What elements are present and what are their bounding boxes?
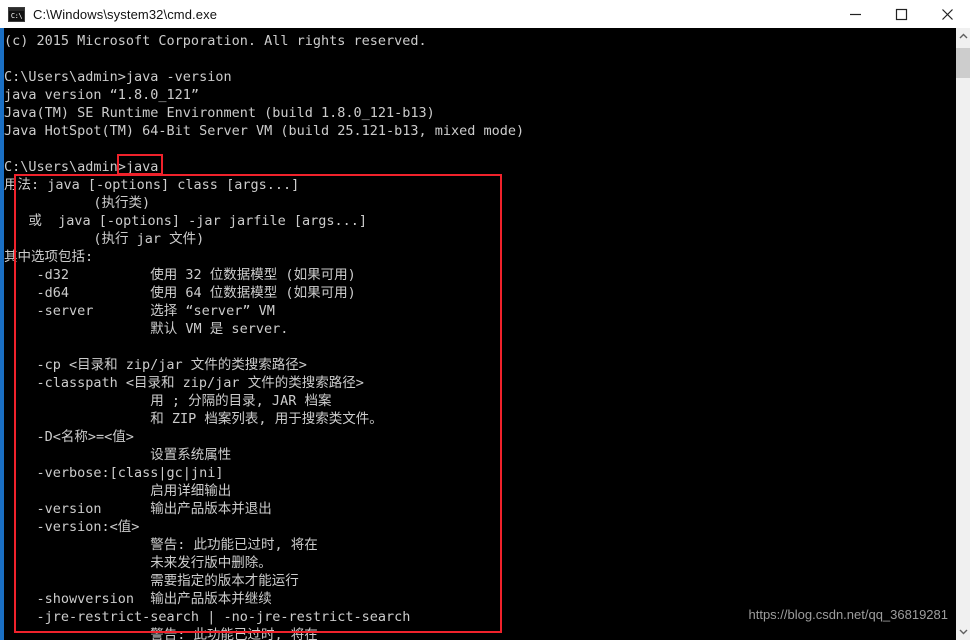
scroll-thumb[interactable]	[956, 48, 970, 78]
close-button[interactable]	[924, 0, 970, 28]
console-text: (c) 2015 Microsoft Corporation. All righ…	[4, 33, 525, 640]
left-accent-stripe	[0, 28, 4, 640]
cmd-console-icon: C:\	[8, 6, 25, 22]
close-icon	[941, 8, 954, 21]
window-titlebar: C:\ C:\Windows\system32\cmd.exe	[0, 0, 970, 28]
console-output-area[interactable]: (c) 2015 Microsoft Corporation. All righ…	[0, 28, 956, 640]
window-title: C:\Windows\system32\cmd.exe	[33, 6, 218, 22]
scroll-down-arrow-icon[interactable]	[956, 623, 970, 640]
watermark-url: https://blog.csdn.net/qq_36819281	[748, 607, 949, 622]
cmd-window: C:\ C:\Windows\system32\cmd.exe (c) 2015…	[0, 0, 970, 640]
minimize-button[interactable]	[832, 0, 878, 28]
maximize-button[interactable]	[878, 0, 924, 28]
cmd-icon-glyph: C:\	[10, 11, 23, 20]
vertical-scrollbar[interactable]	[956, 28, 970, 640]
minimize-icon	[849, 8, 862, 21]
maximize-icon	[895, 8, 908, 21]
scroll-up-arrow-icon[interactable]	[956, 28, 970, 45]
